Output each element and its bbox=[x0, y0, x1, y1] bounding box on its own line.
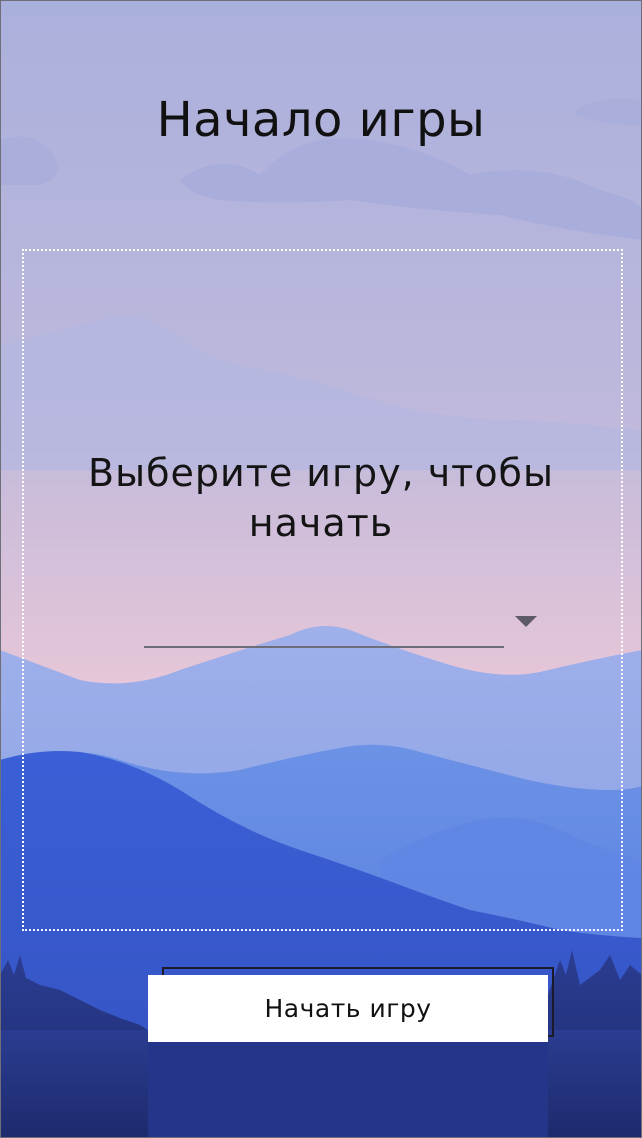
game-select-dropdown[interactable] bbox=[144, 600, 540, 648]
game-select-underline bbox=[144, 646, 504, 648]
select-game-prompt: Выберите игру, чтобы начать bbox=[88, 451, 554, 545]
game-select-value bbox=[144, 600, 504, 646]
dropdown-arrow-icon[interactable] bbox=[515, 616, 537, 627]
start-button-container: Начать игру bbox=[148, 967, 556, 1043]
start-game-button[interactable]: Начать игру bbox=[148, 975, 548, 1042]
game-selection-panel bbox=[22, 249, 623, 931]
page-title: Начало игры bbox=[156, 92, 486, 148]
